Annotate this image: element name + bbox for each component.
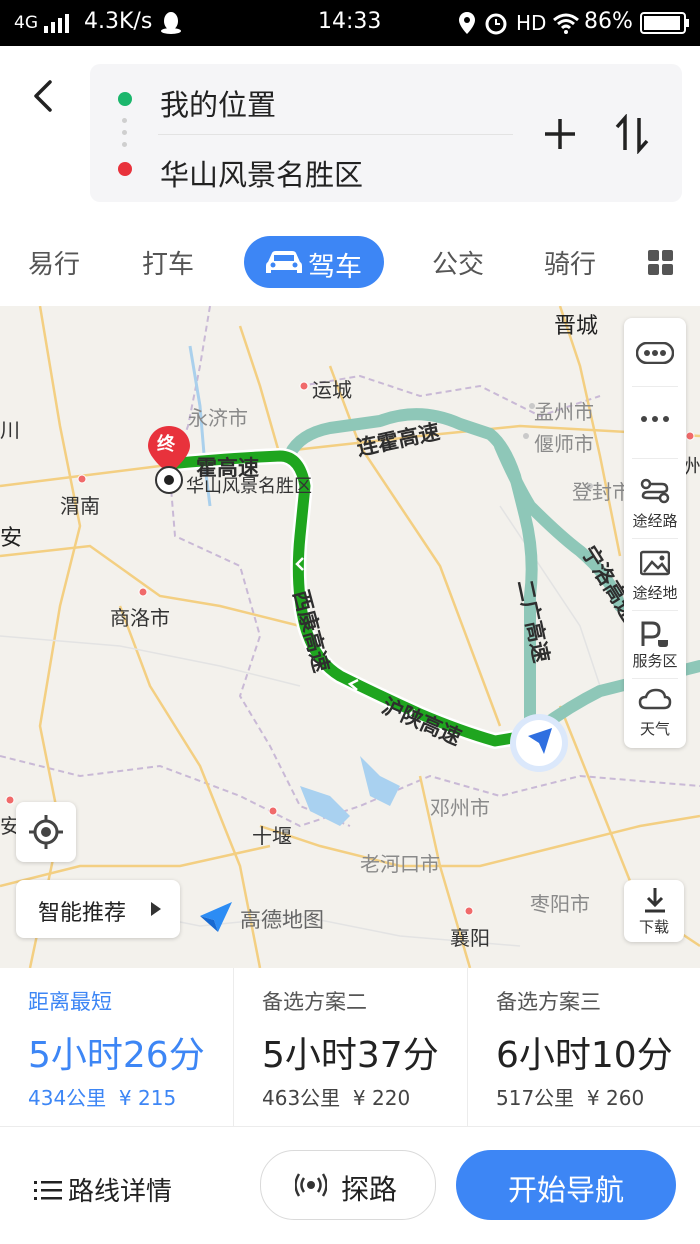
route-option-time: 6小时10分 — [496, 1035, 673, 1076]
city-yanshi: 偃师市 — [534, 432, 594, 456]
city-mengzhou: 孟州市 — [534, 400, 594, 424]
map-canvas — [0, 306, 700, 968]
service-area-icon[interactable] — [640, 620, 670, 648]
alt-route-2[interactable] — [284, 408, 538, 732]
broadcast-icon — [295, 1173, 327, 1197]
map-tool-panel: 途经路 途经地 服务区 天气 — [624, 318, 686, 748]
tool-weather[interactable]: 天气 — [624, 718, 686, 739]
smart-recommend-label: 智能推荐 — [38, 901, 127, 926]
main-route[interactable] — [162, 450, 531, 747]
route-option-tag: 备选方案三 — [496, 990, 601, 1014]
origin-field[interactable]: 我的位置 — [160, 82, 276, 124]
route-option-distance: 463公里 ¥ 220 — [262, 1086, 411, 1110]
tab-drive-label: 驾车 — [308, 252, 362, 283]
download-icon — [645, 888, 665, 913]
city-yuncheng: 运城 — [312, 378, 352, 402]
start-navigation-label: 开始导航 — [507, 1173, 624, 1207]
route-input-box: 我的位置 华山风景名胜区 — [90, 64, 682, 202]
list-icon — [34, 1180, 62, 1200]
status-bar: 4G 4.3K/s 14:33 HD 86% — [0, 0, 700, 46]
tab-easy[interactable]: 易行 — [28, 244, 80, 281]
more-icon[interactable] — [640, 414, 670, 424]
route-details-button[interactable]: 路线详情 — [34, 1171, 172, 1208]
tab-taxi[interactable]: 打车 — [142, 244, 194, 281]
play-arrow-icon — [151, 902, 161, 916]
city-dengzhou: 邓州市 — [430, 796, 490, 820]
tab-drive[interactable]: 驾车 — [244, 236, 384, 288]
battery-icon — [640, 12, 689, 34]
tool-service-area[interactable]: 服务区 — [624, 650, 686, 671]
city-xian: 安 — [0, 526, 23, 551]
traffic-icon[interactable] — [636, 342, 674, 364]
download-label: 下载 — [638, 918, 669, 936]
tool-waypoint-road[interactable]: 途经路 — [624, 510, 686, 531]
route-option-time: 5小时26分 — [28, 1035, 205, 1076]
explore-label: 探路 — [341, 1173, 398, 1206]
route-option-distance: 434公里 ¥ 215 — [28, 1086, 177, 1110]
city-chuan: 川 — [0, 418, 20, 442]
waypoint-place-icon[interactable] — [640, 550, 670, 576]
city-weinan: 渭南 — [60, 494, 100, 518]
locate-button[interactable] — [16, 802, 76, 862]
city-shiyan: 十堰 — [252, 824, 292, 848]
route-options: 距离最短 5小时26分 434公里 ¥ 215 备选方案二 5小时37分 463… — [0, 968, 700, 1127]
tool-waypoint-place[interactable]: 途经地 — [624, 582, 686, 603]
map-view[interactable]: 晋城 运城 永济市 孟州市 偃师市 登封市 渭南 安 川 郑州 商洛市 十堰 老… — [0, 306, 700, 968]
route-option-tag: 备选方案二 — [262, 990, 367, 1014]
route-option-3[interactable]: 备选方案三 6小时10分 517公里 ¥ 260 — [468, 968, 700, 1126]
route-option-2[interactable]: 备选方案二 5小时37分 463公里 ¥ 220 — [234, 968, 467, 1126]
city-zaoyang: 枣阳市 — [530, 892, 590, 916]
city-jincheng: 晋城 — [554, 314, 599, 339]
start-navigation-button[interactable]: 开始导航 — [456, 1150, 676, 1220]
current-location-arrow — [510, 714, 568, 772]
amap-logo-text: 高德地图 — [240, 908, 324, 932]
end-marker-label: 终 — [157, 434, 175, 455]
swap-icon[interactable] — [614, 114, 650, 154]
wifi-icon — [553, 13, 579, 34]
alarm-icon — [485, 13, 507, 35]
route-option-1[interactable]: 距离最短 5小时26分 434公里 ¥ 215 — [0, 968, 233, 1126]
origin-dot — [118, 92, 132, 106]
waypoint-road-icon[interactable] — [640, 478, 670, 504]
network-type: 4G — [14, 13, 38, 33]
city-shangluo: 商洛市 — [110, 606, 170, 630]
plus-icon[interactable] — [542, 116, 578, 152]
hd-label: HD — [516, 11, 547, 35]
city-xiangyang: 襄阳 — [450, 926, 490, 950]
destination-field[interactable]: 华山风景名胜区 — [160, 152, 363, 194]
destination-poi-label: 华山风景名胜区 — [186, 476, 312, 497]
locate-icon — [29, 815, 63, 849]
car-icon — [266, 251, 302, 273]
back-icon[interactable] — [26, 74, 62, 118]
amap-logo-icon — [200, 902, 232, 932]
city-laohekou: 老河口市 — [360, 852, 440, 876]
route-option-time: 5小时37分 — [262, 1035, 439, 1076]
location-status-icon — [459, 12, 475, 34]
city-dengfeng: 登封市 — [572, 480, 632, 504]
net-speed: 4.3K/s — [84, 9, 153, 34]
weather-icon[interactable] — [638, 688, 672, 710]
route-option-tag: 距离最短 — [28, 990, 112, 1014]
more-modes-icon[interactable] — [648, 250, 674, 276]
smart-recommend-button[interactable]: 智能推荐 — [16, 880, 180, 938]
battery-percent: 86% — [584, 9, 633, 34]
route-details-label: 路线详情 — [68, 1177, 173, 1207]
clock: 14:33 — [318, 9, 382, 34]
route-option-distance: 517公里 ¥ 260 — [496, 1086, 645, 1110]
tab-bus[interactable]: 公交 — [432, 244, 484, 281]
city-yongji: 永济市 — [188, 406, 248, 430]
explore-button[interactable]: 探路 — [260, 1150, 436, 1220]
bottom-actions: 路线详情 探路 开始导航 — [0, 1127, 700, 1244]
download-button[interactable]: 下载 — [624, 880, 684, 942]
destination-dot — [118, 162, 132, 176]
qq-icon — [161, 12, 181, 34]
tab-bike[interactable]: 骑行 — [544, 244, 596, 281]
signal-icon — [44, 14, 69, 33]
